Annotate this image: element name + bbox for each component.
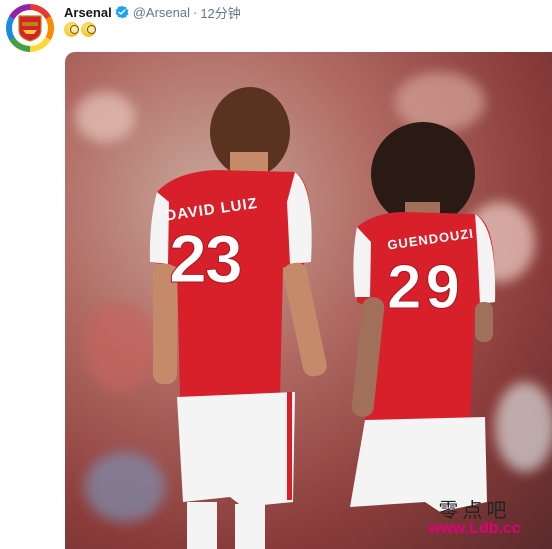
player-left <box>149 87 327 549</box>
author-name[interactable]: Arsenal <box>64 5 112 20</box>
monocle-face-icon <box>81 22 96 37</box>
watermark-chinese: 零点吧 <box>438 498 511 522</box>
separator: · <box>192 4 198 20</box>
watermark-url: www.Ldb.cc <box>428 520 521 537</box>
tweet-header: Arsenal @Arsenal · 12分钟 <box>64 2 241 22</box>
monocle-face-icon <box>64 22 79 37</box>
players-illustration <box>149 87 496 549</box>
verified-badge-icon <box>115 5 129 19</box>
jersey-number-right: 29 <box>387 253 464 323</box>
arsenal-crest-icon <box>12 10 48 46</box>
jersey-number-left: 23 <box>169 221 244 298</box>
author-handle[interactable]: @Arsenal <box>133 5 190 20</box>
tweet-photo[interactable]: DAVID LUIZ 23 GUENDOUZI 29 <box>65 52 552 549</box>
watermark: 零点吧 www.Ldb.cc <box>428 500 521 538</box>
tweet-timestamp[interactable]: 12分钟 <box>200 3 240 22</box>
avatar[interactable] <box>6 4 54 52</box>
tweet-emoji-text <box>64 22 96 37</box>
